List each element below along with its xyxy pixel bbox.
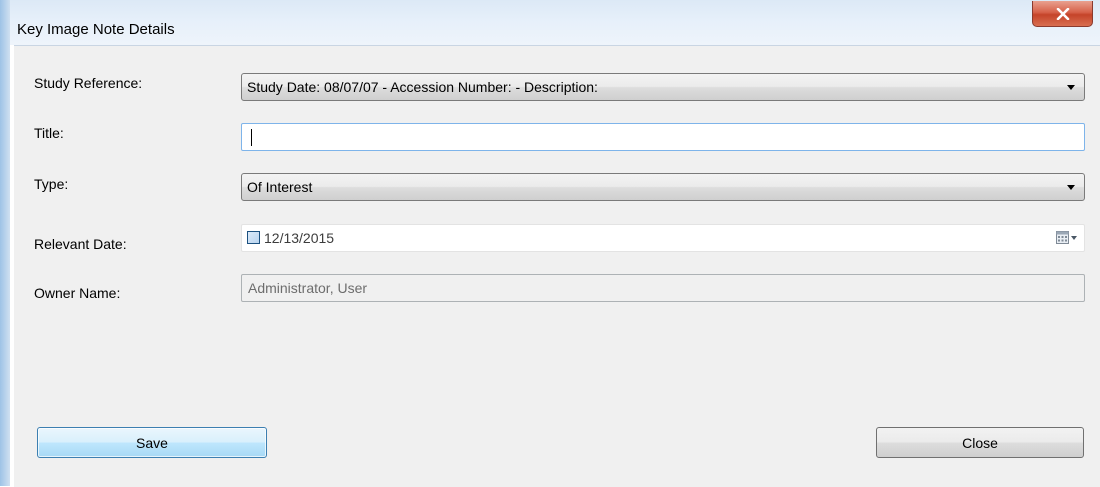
chevron-down-icon: [1067, 85, 1075, 90]
close-x-icon: [1056, 7, 1069, 20]
owner-name-field: Administrator, User: [241, 274, 1085, 302]
calendar-dropdown-icon: [1056, 231, 1077, 244]
title-bar[interactable]: Key Image Note Details: [10, 0, 1100, 45]
save-button[interactable]: Save: [37, 427, 267, 458]
dialog-window: Key Image Note Details Study Reference: …: [0, 0, 1100, 487]
dialog-body: Study Reference: Study Date: 08/07/07 - …: [14, 45, 1100, 487]
chevron-down-icon: [1067, 185, 1075, 190]
relevant-date-checkbox[interactable]: [247, 231, 260, 244]
close-button[interactable]: Close: [876, 427, 1084, 458]
relevant-date-value: 12/13/2015: [264, 230, 335, 246]
type-label: Type:: [34, 176, 69, 192]
calendar-dropdown-button[interactable]: [1056, 231, 1078, 245]
type-value: Of Interest: [247, 179, 313, 195]
study-reference-value: Study Date: 08/07/07 - Accession Number:…: [247, 79, 598, 95]
owner-name-value: Administrator, User: [248, 280, 368, 296]
owner-name-label: Owner Name:: [34, 285, 121, 301]
type-dropdown[interactable]: Of Interest: [241, 173, 1085, 201]
study-reference-label: Study Reference:: [34, 75, 143, 91]
window-title: Key Image Note Details: [17, 21, 175, 38]
relevant-date-picker[interactable]: 12/13/2015: [241, 224, 1085, 252]
window-close-button[interactable]: [1032, 1, 1093, 27]
title-label: Title:: [34, 125, 64, 141]
relevant-date-label: Relevant Date:: [34, 236, 127, 252]
text-caret: [251, 129, 252, 146]
title-input[interactable]: [241, 123, 1085, 151]
study-reference-dropdown[interactable]: Study Date: 08/07/07 - Accession Number:…: [241, 73, 1085, 101]
